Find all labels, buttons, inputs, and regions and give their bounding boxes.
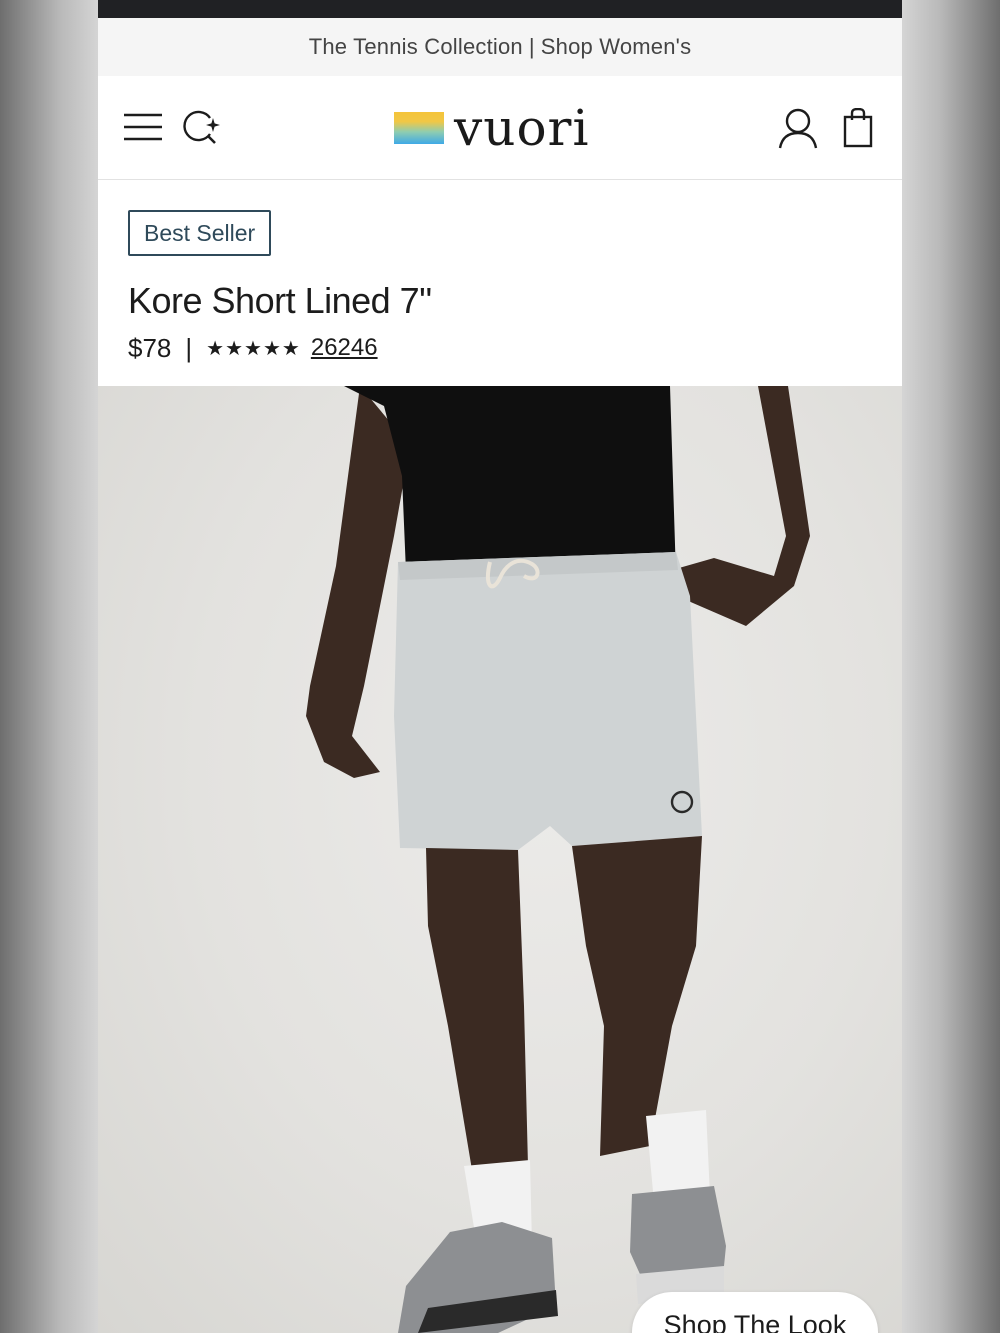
vuori-logo[interactable]: vuori: [394, 102, 606, 154]
logo-wordmark: vuori: [454, 99, 590, 157]
promo-banner: The Tennis Collection | Shop Women's: [98, 18, 902, 76]
shopping-bag-icon: [843, 108, 873, 148]
shop-womens-link[interactable]: Shop Women's: [541, 34, 692, 60]
tennis-collection-link[interactable]: The Tennis Collection: [309, 34, 523, 60]
product-title: Kore Short Lined 7": [128, 280, 432, 321]
search-sparkle-icon: [183, 110, 220, 144]
star-icon: ★: [225, 337, 244, 360]
product-page: The Tennis Collection | Shop Women's vuo…: [98, 0, 902, 1333]
site-header: vuori: [98, 76, 902, 180]
promo-separator: |: [528, 34, 535, 59]
star-icon: ★: [206, 337, 225, 360]
product-summary: Best Seller Kore Short Lined 7" $78 | ★ ★…: [98, 180, 902, 386]
star-icon: ★: [262, 337, 281, 360]
price-divider: |: [185, 332, 193, 363]
cart-button[interactable]: [838, 106, 878, 150]
star-icon: ★: [281, 337, 300, 360]
shop-the-look-button[interactable]: Shop The Look: [632, 1292, 878, 1333]
star-icon: ★: [244, 337, 262, 360]
search-button[interactable]: [180, 106, 222, 148]
product-price: $78: [128, 332, 172, 363]
logo-gradient-mark: [394, 112, 444, 144]
review-count-link[interactable]: 26246: [311, 334, 378, 362]
product-image[interactable]: Shop The Look: [98, 386, 902, 1333]
best-seller-badge: Best Seller: [128, 210, 272, 256]
rating-stars[interactable]: ★ ★ ★ ★ ★: [206, 336, 301, 361]
status-bar: [98, 0, 902, 18]
model-wearing-shorts-illustration: [306, 386, 810, 1333]
account-icon: [778, 108, 818, 149]
account-button[interactable]: [776, 106, 820, 150]
menu-icon: [124, 113, 162, 141]
menu-button[interactable]: [122, 110, 164, 144]
price-rating-row: $78 | ★ ★ ★ ★ ★ 26246: [128, 330, 378, 366]
